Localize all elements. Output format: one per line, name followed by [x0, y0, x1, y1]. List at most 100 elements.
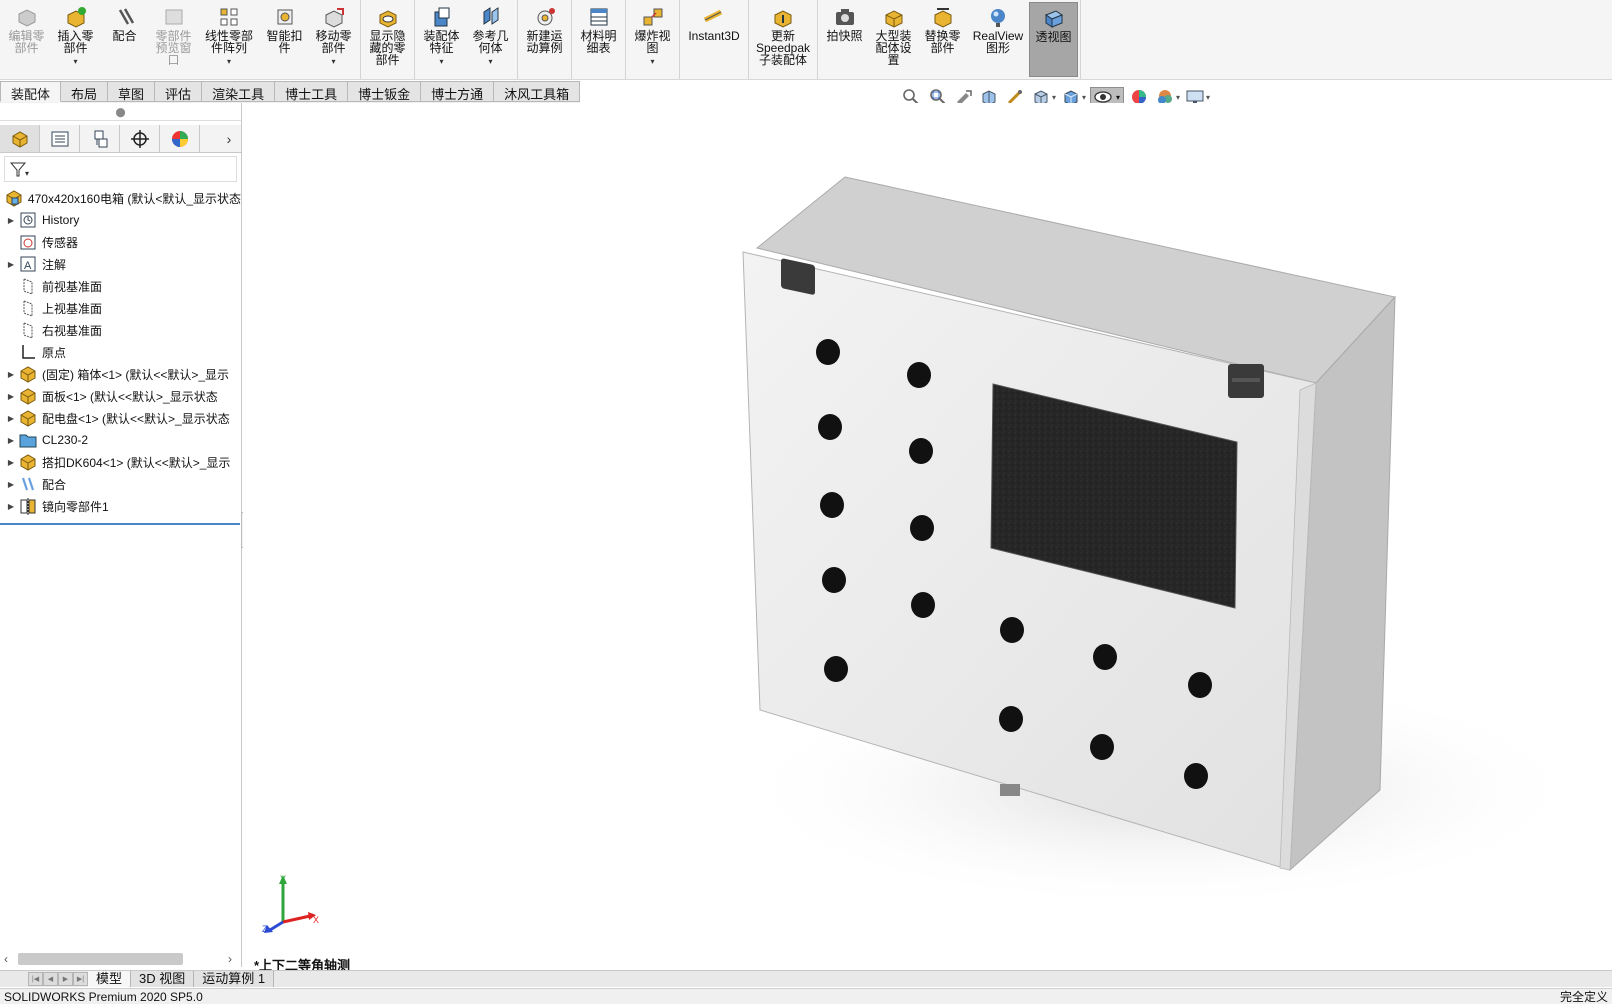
expand-arrow-icon[interactable]: ▶: [4, 260, 18, 269]
tree-item[interactable]: ▶ 镜向零部件1: [0, 495, 241, 517]
ribbon-button-label: 爆炸视 图: [634, 29, 671, 55]
instant3d-button[interactable]: Instant3D: [682, 2, 746, 77]
expand-arrow-icon[interactable]: ▶: [4, 436, 18, 445]
first-tab-icon[interactable]: |◀: [28, 972, 43, 986]
bill-of-materials-button[interactable]: 材料明 细表: [574, 2, 623, 77]
mate-button[interactable]: 配合: [100, 2, 149, 77]
bottom-tab-0[interactable]: 模型: [88, 971, 132, 987]
tab-0[interactable]: 装配体: [0, 81, 62, 102]
tree-item-label: 面板<1> (默认<<默认>_显示状态: [42, 389, 218, 404]
ribbon-button-label: 编辑零 部件: [8, 29, 45, 55]
assembly-features-button[interactable]: 装配体 特征 ▾: [417, 2, 466, 77]
assembly-icon: [4, 189, 24, 207]
scroll-thumb[interactable]: [18, 953, 183, 965]
expand-arrow-icon[interactable]: ▶: [4, 458, 18, 467]
tree-item[interactable]: 上视基准面: [0, 297, 241, 319]
expand-arrow-icon[interactable]: ▶: [4, 216, 18, 225]
expand-arrow-icon[interactable]: ▶: [4, 414, 18, 423]
smart-fasteners-button[interactable]: 智能扣 件: [260, 2, 309, 77]
tab-3[interactable]: 评估: [155, 81, 203, 102]
tree-item[interactable]: ▶ History: [0, 209, 241, 231]
tree-item-label: 前视基准面: [42, 279, 103, 294]
tree-item[interactable]: 前视基准面: [0, 275, 241, 297]
tree-item[interactable]: ▶ A 注解: [0, 253, 241, 275]
tree-item[interactable]: 右视基准面: [0, 319, 241, 341]
chevron-down-icon[interactable]: ▾: [439, 56, 443, 68]
speedpak-button[interactable]: 更新 Speedpak 子装配体: [751, 2, 815, 77]
component-preview-icon: [163, 6, 185, 28]
chevron-down-icon[interactable]: ▾: [488, 56, 492, 68]
tree-item[interactable]: ▶ 搭扣DK604<1> (默认<<默认>_显示: [0, 451, 241, 473]
perspective-button[interactable]: 透视图: [1029, 2, 1078, 77]
move-component-button[interactable]: 移动零 部件 ▾: [309, 2, 358, 77]
display-manager-icon[interactable]: [160, 125, 200, 152]
ribbon-group-4: 材料明 细表: [572, 0, 626, 79]
tree-root-assembly[interactable]: 470x420x160电箱 (默认<默认_显示状态: [0, 187, 241, 209]
tree-item[interactable]: 原点: [0, 341, 241, 363]
tree-item[interactable]: ▶ CL230-2: [0, 429, 241, 451]
snapshot-button[interactable]: 拍快照: [820, 2, 869, 77]
status-bar: SOLIDWORKS Premium 2020 SP5.0 完全定义: [0, 988, 1612, 1004]
panel-tabs-more-icon[interactable]: ›: [217, 125, 241, 152]
tree-item[interactable]: ▶ 面板<1> (默认<<默认>_显示状态: [0, 385, 241, 407]
expand-arrow-icon[interactable]: ▶: [4, 370, 18, 379]
graphics-viewport[interactable]: Y X Z: [243, 103, 1612, 967]
scroll-left-icon[interactable]: ‹: [4, 952, 8, 966]
exploded-view-icon: [642, 6, 664, 28]
tab-8[interactable]: 沐风工具箱: [494, 81, 581, 102]
bottom-tab-1[interactable]: 3D 视图: [131, 971, 195, 987]
tree-item[interactable]: ▶ 配电盘<1> (默认<<默认>_显示状态: [0, 407, 241, 429]
tree-item[interactable]: ▶ (固定) 箱体<1> (默认<<默认>_显示: [0, 363, 241, 385]
scroll-right-icon[interactable]: ›: [228, 952, 232, 966]
expand-arrow-icon[interactable]: ▶: [4, 502, 18, 511]
linear-pattern-button[interactable]: 线性零部 件阵列 ▾: [198, 2, 260, 77]
replace-component-button[interactable]: 替换零 部件: [918, 2, 967, 77]
expand-arrow-icon[interactable]: ▶: [4, 480, 18, 489]
perspective-icon: [1043, 7, 1065, 29]
prev-tab-icon[interactable]: ◀: [43, 972, 58, 986]
new-motion-study-button[interactable]: 新建运 动算例: [520, 2, 569, 77]
large-assembly-button[interactable]: 大型装 配体设 置: [869, 2, 918, 77]
history-icon: [18, 211, 38, 229]
tab-1[interactable]: 布局: [61, 81, 109, 102]
show-hidden-button[interactable]: 显示隐 藏的零 部件: [363, 2, 412, 77]
chevron-down-icon[interactable]: ▾: [227, 56, 231, 68]
dimxpert-icon[interactable]: [120, 125, 160, 152]
part-icon: [18, 365, 38, 383]
property-manager-icon[interactable]: [40, 125, 80, 152]
configuration-manager-icon[interactable]: [80, 125, 120, 152]
part-icon: [18, 409, 38, 427]
tab-7[interactable]: 博士方通: [421, 81, 495, 102]
tab-5[interactable]: 博士工具: [275, 81, 349, 102]
next-tab-icon[interactable]: ▶: [58, 972, 73, 986]
tab-6[interactable]: 博士钣金: [348, 81, 422, 102]
ribbon-button-label: Instant3D: [688, 29, 740, 43]
bottom-tab-2[interactable]: 运动算例 1: [194, 971, 275, 987]
bottom-tabs-bar: |◀ ◀ ▶ ▶| 模型 3D 视图 运动算例 1: [0, 970, 1612, 987]
component-preview-button[interactable]: 零部件 预览窗 口: [149, 2, 198, 77]
feature-manager-icon[interactable]: [0, 125, 40, 152]
panel-horizontal-scrollbar[interactable]: ‹ ›: [0, 950, 242, 968]
tree-item[interactable]: ▶ 配合: [0, 473, 241, 495]
tree-filter[interactable]: ▾: [4, 156, 237, 182]
reference-geometry-button[interactable]: 参考几 何体 ▾: [466, 2, 515, 77]
tree-item[interactable]: 传感器: [0, 231, 241, 253]
tab-2[interactable]: 草图: [108, 81, 156, 102]
chevron-down-icon[interactable]: ▾: [331, 56, 335, 68]
speedpak-icon: [772, 6, 794, 28]
command-manager-ribbon: 编辑零 部件 插入零 部件 ▾ 配合 零部件 预览窗 口线性零部 件阵列 ▾ 智能扣 件移动…: [0, 0, 1612, 80]
tab-4[interactable]: 渲染工具: [202, 81, 276, 102]
ribbon-button-label: 移动零 部件: [315, 29, 352, 55]
expand-arrow-icon[interactable]: ▶: [4, 392, 18, 401]
edit-component-button[interactable]: 编辑零 部件: [2, 2, 51, 77]
insert-component-button[interactable]: 插入零 部件 ▾: [51, 2, 100, 77]
chevron-down-icon[interactable]: ▾: [650, 56, 654, 68]
last-tab-icon[interactable]: ▶|: [73, 972, 88, 986]
realview-button[interactable]: RealView 图形: [967, 2, 1029, 77]
feature-manager-panel: ⬤ › ▾ 470x420x160电箱 (默认<默认_显示状态 ▶ History…: [0, 103, 242, 967]
replace-component-icon: [932, 6, 954, 28]
exploded-view-button[interactable]: 爆炸视 图 ▾: [628, 2, 677, 77]
bottom-tabs: 模型 3D 视图 运动算例 1: [88, 971, 275, 987]
chevron-down-icon[interactable]: ▾: [73, 56, 77, 68]
panel-grip[interactable]: ⬤: [0, 103, 241, 121]
